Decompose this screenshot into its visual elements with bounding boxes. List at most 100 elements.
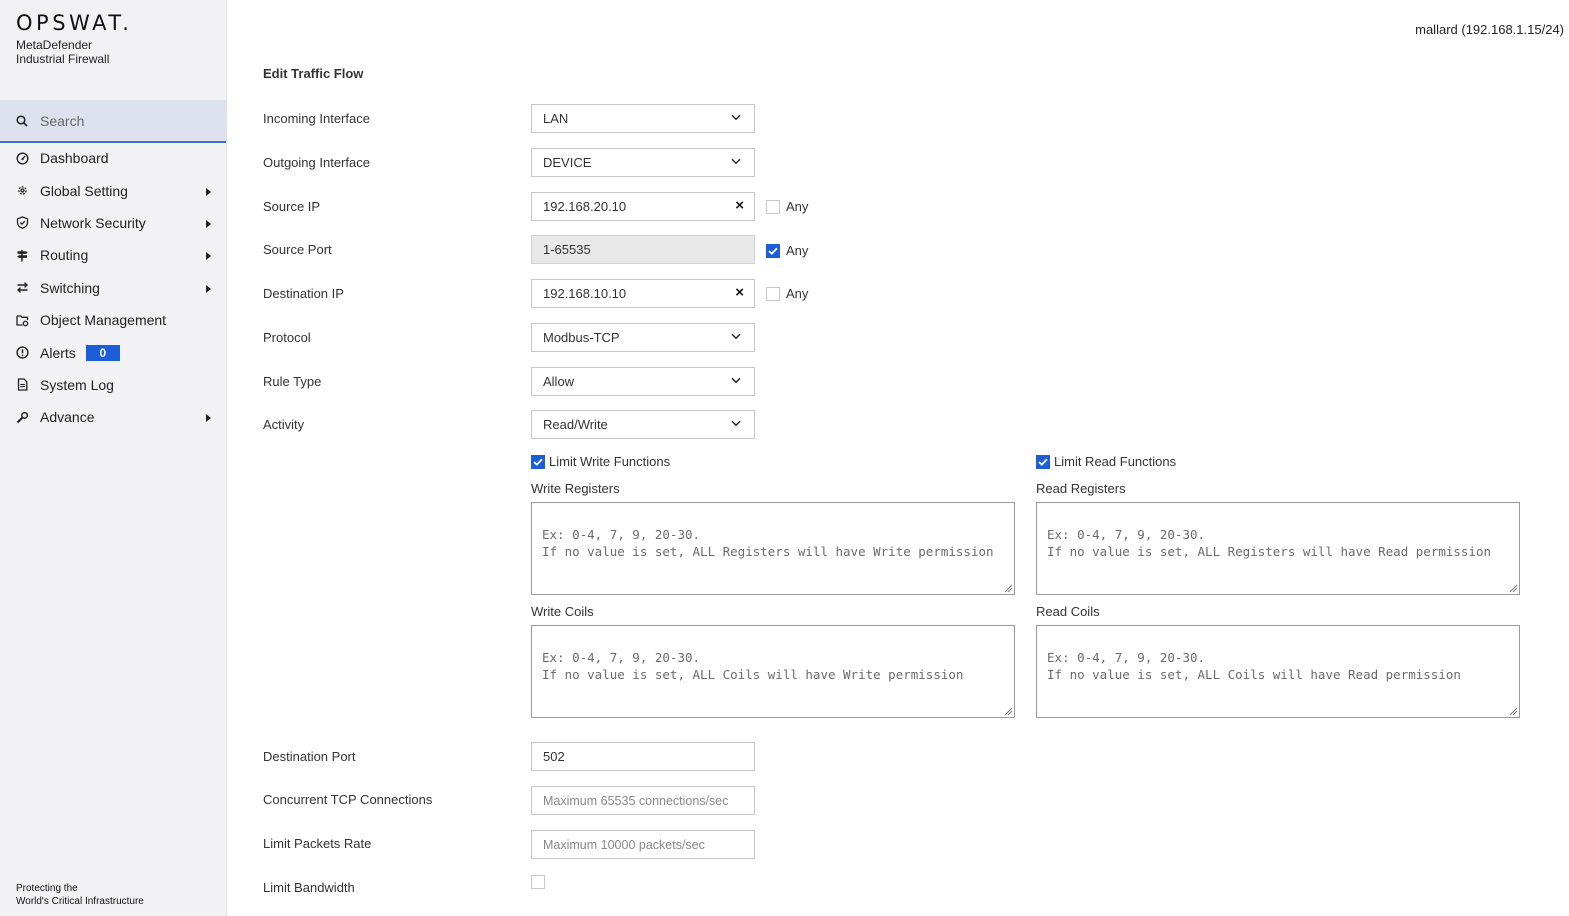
chevron-down-icon — [731, 420, 741, 427]
concurrent-tcp-input[interactable]: Maximum 65535 connections/sec — [531, 786, 755, 815]
limit-write-label: Limit Write Functions — [549, 454, 671, 469]
sidebar-item-system-log[interactable]: System Log — [0, 369, 226, 401]
page-title: Edit Traffic Flow — [263, 66, 364, 81]
limit-write-functions[interactable]: Limit Write Functions — [531, 454, 670, 469]
clear-icon[interactable]: × — [735, 198, 744, 214]
read-coils-textarea[interactable]: Ex: 0-4, 7, 9, 20-30. If no value is set… — [1036, 625, 1520, 718]
resize-grip-icon[interactable] — [1508, 706, 1518, 716]
submenu-arrow-icon — [206, 219, 211, 228]
sidebar-item-network-security[interactable]: Network Security — [0, 207, 226, 239]
search-bar[interactable] — [0, 100, 226, 143]
write-coils-label: Write Coils — [531, 604, 594, 619]
source-ip-input[interactable]: 192.168.20.10 × — [531, 192, 755, 221]
limit-packets-label: Limit Packets Rate — [263, 836, 372, 851]
limit-read-functions[interactable]: Limit Read Functions — [1036, 454, 1176, 469]
sidebar-item-object-management[interactable]: Object Management — [0, 304, 226, 336]
destination-port-value: 502 — [543, 749, 565, 764]
source-port-value: 1-65535 — [543, 242, 591, 257]
source-port-any[interactable]: Any — [766, 243, 808, 258]
read-registers-placeholder: Ex: 0-4, 7, 9, 20-30. If no value is set… — [1047, 527, 1492, 559]
concurrent-tcp-placeholder: Maximum 65535 connections/sec — [543, 793, 729, 808]
sidebar-item-switching[interactable]: Switching — [0, 272, 226, 304]
resize-grip-icon[interactable] — [1003, 706, 1013, 716]
clear-icon[interactable]: × — [735, 285, 744, 301]
source-port-label: Source Port — [263, 242, 332, 257]
outgoing-interface-value: DEVICE — [543, 155, 592, 170]
read-coils-label: Read Coils — [1036, 604, 1100, 619]
write-coils-placeholder: Ex: 0-4, 7, 9, 20-30. If no value is set… — [542, 650, 964, 682]
destination-port-label: Destination Port — [263, 749, 356, 764]
activity-label: Activity — [263, 417, 305, 432]
limit-read-label: Limit Read Functions — [1054, 454, 1177, 469]
dashboard-icon — [16, 152, 29, 165]
read-coils-placeholder: Ex: 0-4, 7, 9, 20-30. If no value is set… — [1047, 650, 1461, 682]
search-icon — [16, 114, 28, 127]
rule-type-value: Allow — [543, 374, 575, 389]
document-icon — [16, 378, 29, 392]
sidebar: OPSWAT. MetaDefender Industrial Firewall… — [0, 0, 227, 916]
tagline-line-2: World's Critical Infrastructure — [16, 896, 144, 907]
destination-ip-any[interactable]: Any — [766, 286, 808, 301]
limit-packets-placeholder: Maximum 10000 packets/sec — [543, 837, 705, 852]
protocol-value: Modbus-TCP — [543, 330, 620, 345]
limit-read-checkbox[interactable] — [1036, 454, 1050, 469]
write-coils-textarea[interactable]: Ex: 0-4, 7, 9, 20-30. If no value is set… — [531, 625, 1015, 718]
chevron-down-icon — [731, 377, 741, 384]
source-ip-any-checkbox[interactable] — [766, 199, 780, 214]
gear-icon — [16, 184, 29, 197]
source-port-any-label: Any — [786, 243, 809, 258]
limit-bandwidth-checkbox[interactable] — [531, 875, 545, 889]
source-port-input: 1-65535 — [531, 235, 755, 264]
read-registers-textarea[interactable]: Ex: 0-4, 7, 9, 20-30. If no value is set… — [1036, 502, 1520, 595]
source-port-any-checkbox[interactable] — [766, 243, 780, 258]
sidebar-item-label: Network Security — [40, 214, 146, 231]
sidebar-item-alerts[interactable]: Alerts 0 — [0, 336, 226, 368]
write-registers-textarea[interactable]: Ex: 0-4, 7, 9, 20-30. If no value is set… — [531, 502, 1015, 595]
destination-ip-any-checkbox[interactable] — [766, 286, 780, 301]
concurrent-tcp-label: Concurrent TCP Connections — [263, 792, 433, 807]
brand-name: OPSWAT. — [16, 11, 133, 35]
sidebar-item-label: Object Management — [40, 312, 167, 329]
sidebar-item-label: Routing — [40, 247, 89, 264]
host-info: mallard (192.168.1.15/24) — [1415, 22, 1564, 37]
tagline-line-1: Protecting the — [16, 883, 78, 894]
source-ip-label: Source IP — [263, 199, 321, 214]
sidebar-item-label: Advance — [40, 409, 95, 426]
limit-packets-input[interactable]: Maximum 10000 packets/sec — [531, 830, 755, 859]
destination-ip-label: Destination IP — [263, 286, 344, 301]
sidebar-nav: Dashboard Global Setting Network Securit… — [0, 142, 226, 434]
incoming-interface-select[interactable]: LAN — [531, 104, 755, 133]
submenu-arrow-icon — [206, 414, 211, 423]
opswat-logo[interactable]: OPSWAT. MetaDefender Industrial Firewall — [16, 12, 132, 66]
submenu-arrow-icon — [206, 187, 211, 196]
outgoing-interface-label: Outgoing Interface — [263, 155, 370, 170]
destination-ip-any-label: Any — [786, 286, 809, 301]
destination-ip-input[interactable]: 192.168.10.10 × — [531, 279, 755, 308]
limit-write-checkbox[interactable] — [531, 454, 545, 469]
resize-grip-icon[interactable] — [1508, 583, 1518, 593]
sidebar-item-label: Switching — [40, 279, 100, 296]
search-input[interactable] — [40, 112, 200, 129]
sidebar-item-advance[interactable]: Advance — [0, 401, 226, 433]
folder-gear-icon — [16, 314, 29, 327]
sidebar-item-dashboard[interactable]: Dashboard — [0, 142, 226, 174]
resize-grip-icon[interactable] — [1003, 583, 1013, 593]
submenu-arrow-icon — [206, 284, 211, 293]
alert-circle-icon — [16, 346, 29, 359]
sidebar-item-label: Dashboard — [40, 150, 109, 167]
sidebar-item-routing[interactable]: Routing — [0, 239, 226, 271]
protocol-select[interactable]: Modbus-TCP — [531, 323, 755, 352]
destination-port-input[interactable]: 502 — [531, 742, 755, 771]
sidebar-tagline: Protecting the World's Critical Infrastr… — [16, 882, 144, 908]
rule-type-label: Rule Type — [263, 374, 322, 389]
limit-bandwidth-label: Limit Bandwidth — [263, 880, 355, 895]
write-registers-label: Write Registers — [531, 481, 620, 496]
product-line-1: MetaDefender — [16, 38, 93, 52]
sidebar-item-global-setting[interactable]: Global Setting — [0, 174, 226, 206]
activity-select[interactable]: Read/Write — [531, 410, 755, 439]
sidebar-item-label: Alerts — [40, 344, 76, 361]
wrench-icon — [16, 411, 29, 424]
source-ip-any[interactable]: Any — [766, 199, 808, 214]
rule-type-select[interactable]: Allow — [531, 367, 755, 396]
outgoing-interface-select[interactable]: DEVICE — [531, 148, 755, 177]
